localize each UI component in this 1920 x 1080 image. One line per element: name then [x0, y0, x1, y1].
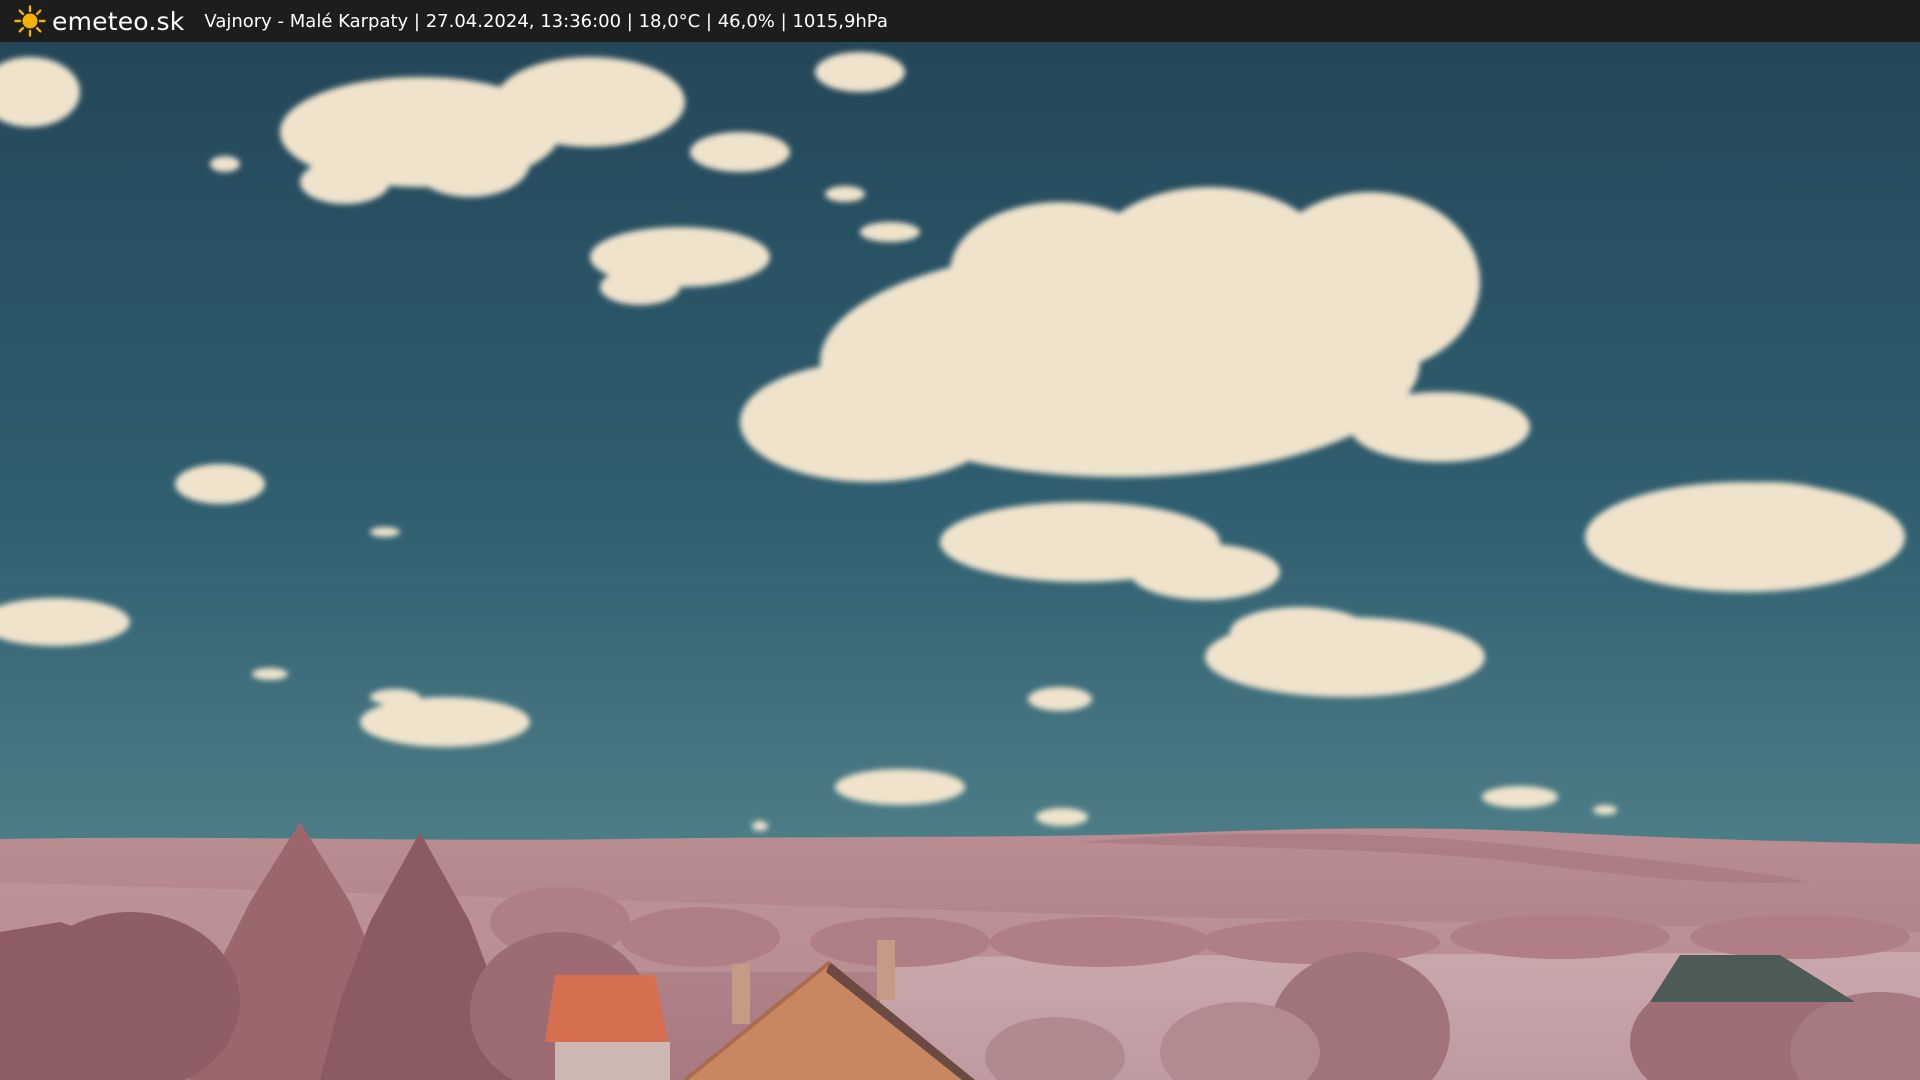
sun-icon [14, 5, 46, 37]
house-left [545, 975, 670, 1080]
webcam-header-bar: emeteo.sk Vajnory - Malé Karpaty | 27.04… [0, 0, 1920, 42]
site-brand: emeteo.sk [52, 6, 185, 36]
station-info-caption: Vajnory - Malé Karpaty | 27.04.2024, 13:… [204, 10, 888, 32]
webcam-image [0, 42, 1920, 1080]
